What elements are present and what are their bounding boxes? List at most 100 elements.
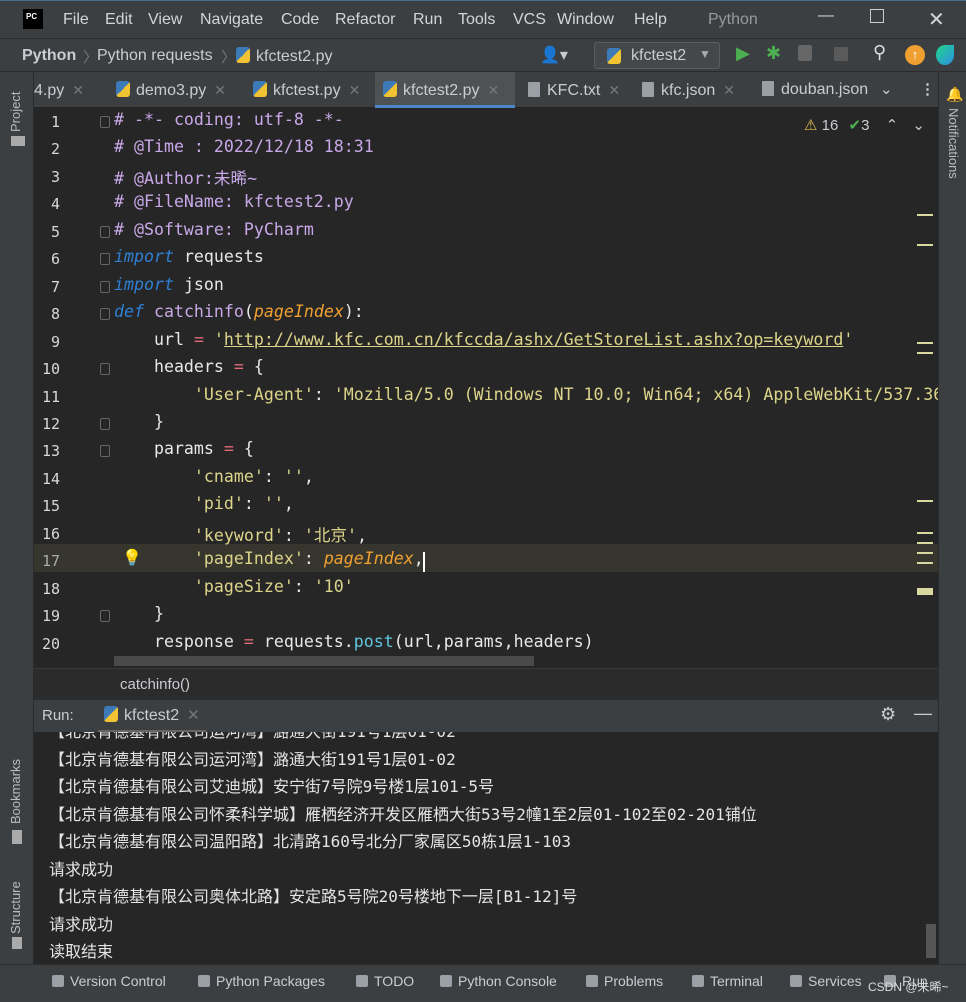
code-token: '' bbox=[263, 494, 284, 514]
console-line: 【北京肯德基有限公司运河湾】潞通大街191号1层01-02 bbox=[49, 749, 456, 769]
fold-icon[interactable] bbox=[100, 225, 110, 238]
fold-icon[interactable] bbox=[100, 116, 110, 128]
code-line: # @Author:未晞~ bbox=[114, 165, 257, 189]
console-scrollbar[interactable] bbox=[926, 924, 936, 958]
hide-panel-icon[interactable]: — bbox=[914, 703, 932, 724]
coverage-icon[interactable] bbox=[798, 45, 812, 61]
close-tab-icon[interactable]: ✕ bbox=[487, 82, 499, 98]
search-icon[interactable]: ⚲ bbox=[873, 42, 886, 63]
bookmarks-tool-button[interactable]: Bookmarks bbox=[8, 759, 23, 824]
fold-icon[interactable] bbox=[100, 253, 110, 266]
menu-refactor[interactable]: Refactor bbox=[335, 11, 395, 29]
tool-window-python-console[interactable]: Python Console bbox=[440, 973, 557, 989]
user-icon[interactable]: 👤▾ bbox=[540, 45, 568, 65]
code-token: http://www.kfc.com.cn/kfccda/ashx/GetSto… bbox=[223, 329, 844, 349]
fold-icon[interactable] bbox=[100, 417, 110, 430]
more-options-icon[interactable]: ⋮ bbox=[920, 80, 935, 98]
menu-window[interactable]: Window bbox=[557, 11, 614, 29]
run-config-dropdown[interactable]: kfctest2 ▼ bbox=[594, 42, 720, 69]
tool-window-version-control[interactable]: Version Control bbox=[52, 973, 166, 989]
menu-file[interactable]: File bbox=[63, 11, 89, 29]
close-tab-icon[interactable]: ✕ bbox=[349, 82, 361, 98]
lightbulb-icon[interactable]: 💡 bbox=[122, 548, 142, 568]
previous-highlight-icon[interactable]: ⌃ bbox=[886, 117, 899, 134]
close-tab-icon[interactable]: ✕ bbox=[187, 707, 200, 724]
code-token: ( bbox=[243, 302, 254, 322]
debug-icon[interactable]: ✱ bbox=[766, 43, 781, 64]
close-tab-icon[interactable]: ✕ bbox=[723, 82, 735, 98]
gear-icon[interactable]: ⚙ bbox=[880, 704, 896, 725]
code-line: url = 'http://www.kfc.com.cn/kfccda/ashx… bbox=[114, 330, 853, 349]
code-token: 'keyword' bbox=[114, 525, 284, 545]
tab-kfc-txt[interactable]: KFC.txt ✕ bbox=[520, 72, 625, 108]
close-tab-icon[interactable]: ✕ bbox=[214, 82, 226, 98]
code-token: '10' bbox=[313, 576, 354, 596]
code-editor[interactable]: 1 # -*- coding: utf-8 -*- 2 # @Time : 2022/… bbox=[34, 108, 938, 668]
warning-icon: ⚠ bbox=[804, 117, 818, 134]
tabs-overflow-chevron-icon[interactable]: ⌄ bbox=[880, 80, 893, 98]
menu-tools[interactable]: Tools bbox=[458, 11, 495, 29]
code-token: # @Software: PyCharm bbox=[114, 219, 314, 239]
run-icon[interactable]: ▶ bbox=[736, 43, 750, 64]
menu-navigate[interactable]: Navigate bbox=[200, 11, 263, 29]
python-file-icon bbox=[236, 47, 250, 63]
code-token: { bbox=[233, 439, 254, 459]
menu-edit[interactable]: Edit bbox=[105, 11, 133, 29]
left-tool-strip: Project Bookmarks Structure bbox=[0, 72, 34, 964]
structure-tool-button[interactable]: Structure bbox=[8, 881, 23, 934]
run-tab-kfctest2[interactable]: kfctest2 ✕ bbox=[98, 700, 206, 732]
code-line: # @FileName: kfctest2.py bbox=[114, 192, 354, 211]
menu-code[interactable]: Code bbox=[281, 11, 319, 29]
tool-window-services[interactable]: Services bbox=[790, 973, 862, 989]
tab-label: KFC.txt bbox=[547, 82, 601, 99]
maximize-button[interactable] bbox=[870, 9, 884, 23]
minimize-button[interactable]: — bbox=[818, 7, 834, 25]
fold-icon[interactable] bbox=[100, 610, 110, 623]
fold-icon[interactable] bbox=[100, 280, 110, 293]
breadcrumb-project[interactable]: Python bbox=[22, 47, 76, 65]
project-name: Python bbox=[708, 11, 758, 28]
update-icon[interactable]: ↑ bbox=[905, 45, 925, 65]
tab-4-py[interactable]: 4.py ✕ bbox=[34, 72, 92, 108]
breadcrumb-file[interactable]: kfctest2.py bbox=[236, 47, 332, 66]
fold-icon[interactable] bbox=[100, 308, 110, 321]
tab-kfctest-py[interactable]: kfctest.py ✕ bbox=[245, 72, 367, 108]
tool-window-problems[interactable]: Problems bbox=[586, 973, 663, 989]
horizontal-scrollbar[interactable] bbox=[114, 656, 534, 666]
code-token: json bbox=[173, 274, 224, 294]
project-tool-button[interactable]: Project bbox=[8, 92, 23, 132]
stop-icon[interactable] bbox=[834, 47, 848, 61]
close-tab-icon[interactable]: ✕ bbox=[608, 82, 620, 98]
next-highlight-icon[interactable]: ⌄ bbox=[912, 117, 925, 134]
tool-window-terminal[interactable]: Terminal bbox=[692, 973, 763, 989]
menu-run[interactable]: Run bbox=[413, 11, 442, 29]
breadcrumb-folder[interactable]: Python requests bbox=[97, 47, 213, 65]
tool-window-python-packages[interactable]: Python Packages bbox=[198, 973, 325, 989]
code-line: response = requests.post(url,params,head… bbox=[114, 632, 594, 651]
jetbrains-toolbox-icon[interactable] bbox=[936, 45, 954, 65]
menu-view[interactable]: View bbox=[148, 11, 182, 29]
close-button[interactable]: ✕ bbox=[928, 7, 945, 32]
inspection-widget[interactable]: ⚠ 16 ✔3 ⌃ ⌄ bbox=[804, 116, 925, 134]
tab-kfctest2-py[interactable]: kfctest2.py ✕ bbox=[375, 72, 515, 108]
tab-kfc-json[interactable]: kfc.json ✕ bbox=[634, 72, 746, 108]
tool-window-todo[interactable]: TODO bbox=[356, 973, 414, 989]
menu-help[interactable]: Help bbox=[634, 11, 667, 29]
close-tab-icon[interactable]: ✕ bbox=[72, 82, 84, 98]
code-token: 'pid' bbox=[114, 494, 244, 514]
console-line: 请求成功 bbox=[49, 914, 114, 934]
line-number: 12 bbox=[41, 414, 60, 433]
code-line: headers = { bbox=[114, 357, 264, 376]
tab-demo3-py[interactable]: demo3.py ✕ bbox=[108, 72, 236, 108]
tab-label: 4.py bbox=[34, 82, 65, 99]
fold-icon[interactable] bbox=[100, 363, 110, 376]
fold-icon[interactable] bbox=[100, 445, 110, 458]
code-token: = bbox=[193, 329, 204, 349]
notifications-tool-button[interactable]: Notifications bbox=[946, 108, 961, 179]
run-console-output[interactable]: 【北京肯德基有限公司运河湾】潞通大街191号1层01-02 【北京肯德基有限公司运… bbox=[34, 732, 938, 964]
code-token: : bbox=[283, 525, 304, 545]
code-line: 'pageSize': '10' bbox=[114, 577, 354, 596]
code-breadcrumb-function[interactable]: catchinfo() bbox=[120, 676, 190, 693]
menu-vcs[interactable]: VCS bbox=[513, 11, 546, 29]
console-line: 【北京肯德基有限公司温阳路】北清路160号北分厂家属区50栋1层1-103 bbox=[49, 832, 571, 851]
